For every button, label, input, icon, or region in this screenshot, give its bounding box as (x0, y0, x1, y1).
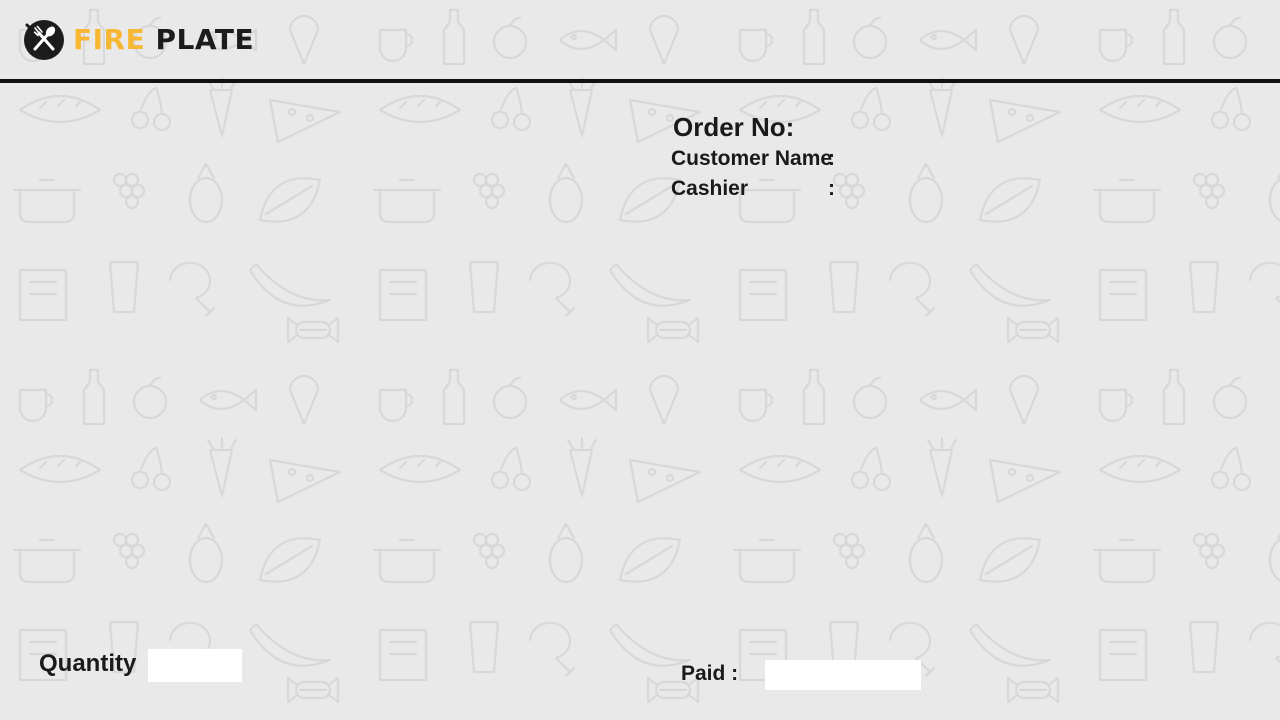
order-info-panel: Order No: Customer Name : Cashier : (671, 110, 858, 204)
paid-amount-input[interactable] (765, 660, 921, 690)
app-header: FIRE PLATE (0, 0, 1280, 79)
brand-logo[interactable]: FIRE PLATE (23, 19, 254, 61)
brand-name: FIRE PLATE (73, 19, 254, 61)
crossed-fork-spoon-icon (24, 20, 64, 60)
brand-name-plate: PLATE (155, 23, 255, 56)
cashier-row: Cashier : (671, 174, 858, 204)
header-divider (0, 79, 1280, 83)
customer-name-label: Customer Name (671, 147, 833, 170)
cashier-label: Cashier (671, 177, 749, 200)
paid-label: Paid : (681, 662, 739, 685)
brand-name-fire: FIRE (73, 23, 146, 56)
customer-name-row: Customer Name : (671, 144, 858, 174)
food-doodle-background (0, 0, 1280, 720)
customer-name-colon: : (828, 147, 835, 170)
quantity-label: Quantity (39, 650, 137, 677)
quantity-input[interactable] (148, 649, 242, 682)
order-number-label: Order No: (673, 112, 795, 142)
cashier-colon: : (828, 177, 835, 200)
order-number-title: Order No: (673, 110, 858, 144)
